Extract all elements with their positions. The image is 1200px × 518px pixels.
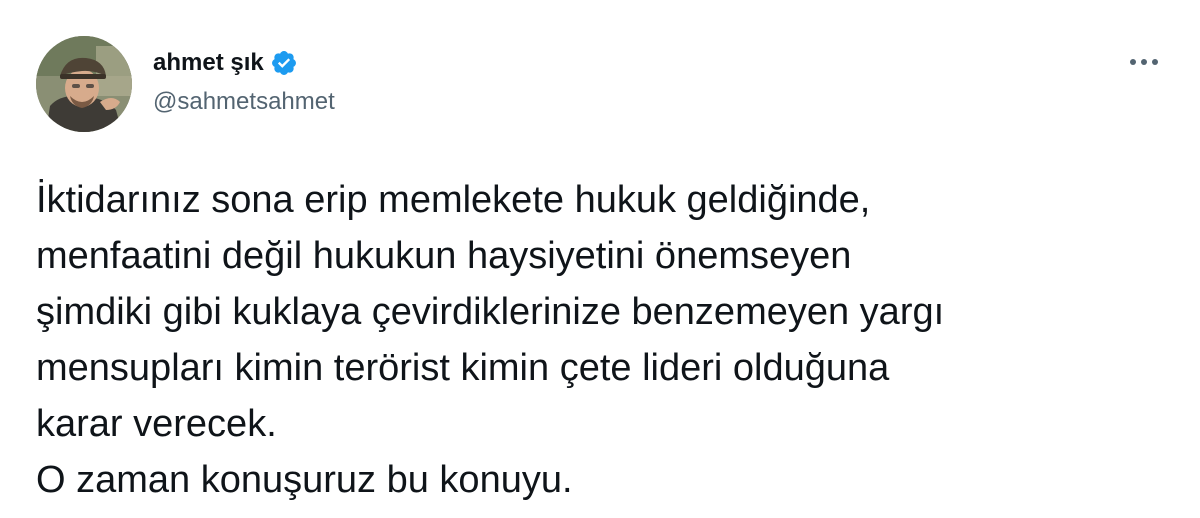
tweet-card: ahmet şık @sahmetsahmet İktidarınız sona… bbox=[0, 0, 1200, 518]
author-handle[interactable]: @sahmetsahmet bbox=[153, 86, 335, 118]
tweet-text-line: menfaatini değil hukukun haysiyetini öne… bbox=[36, 235, 852, 277]
author-name-row: ahmet şık bbox=[153, 46, 298, 80]
avatar[interactable] bbox=[36, 36, 132, 132]
profile-photo-icon bbox=[36, 36, 132, 132]
tweet-text-line: İktidarınız sona erip memlekete hukuk ge… bbox=[36, 179, 871, 221]
tweet-text: İktidarınız sona erip memlekete hukuk ge… bbox=[36, 172, 1176, 508]
tweet-text-line: şimdiki gibi kuklaya çevirdiklerinize be… bbox=[36, 291, 945, 333]
author-display-name[interactable]: ahmet şık bbox=[153, 46, 264, 80]
tweet-text-line: karar verecek. bbox=[36, 403, 277, 445]
more-options-button[interactable] bbox=[1124, 48, 1164, 76]
tweet-text-line: O zaman konuşuruz bu konuyu. bbox=[36, 459, 573, 501]
verified-badge-icon bbox=[270, 49, 298, 77]
tweet-text-line: mensupları kimin terörist kimin çete lid… bbox=[36, 347, 890, 389]
more-options-icon bbox=[1130, 59, 1158, 65]
